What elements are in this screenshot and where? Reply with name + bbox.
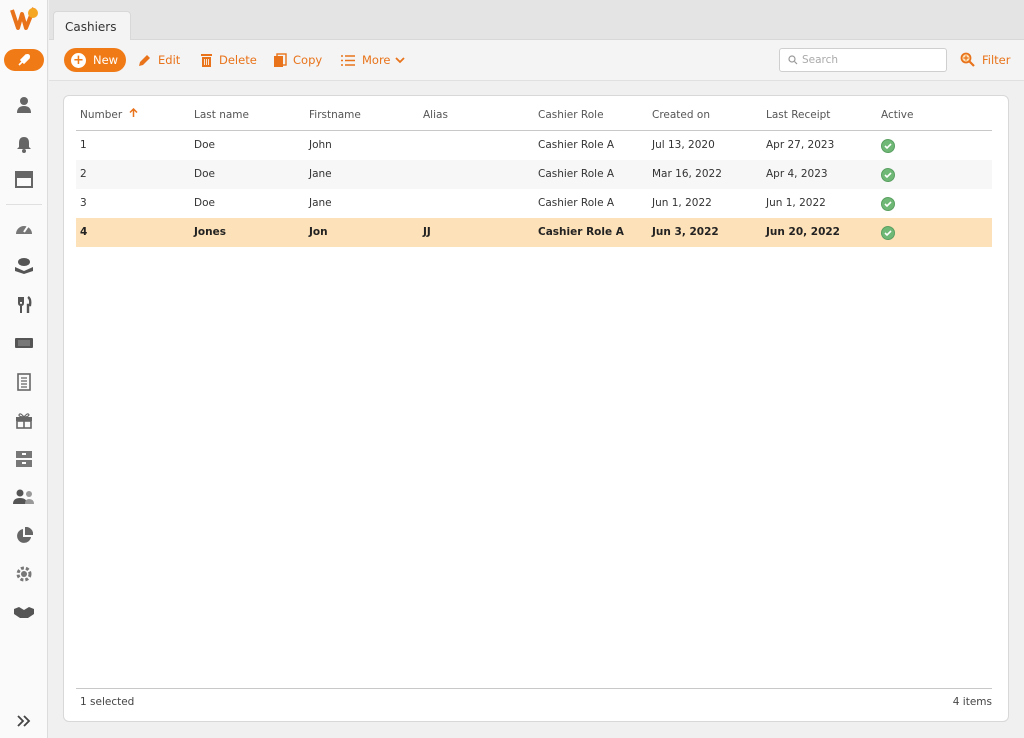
cell-firstname: Jon [309,226,328,238]
cell-last-name: Doe [194,168,215,180]
column-header-firstname[interactable]: Firstname [309,104,361,131]
cell-created-on: Jun 1, 2022 [652,197,712,209]
cell-last-receipt: Jun 20, 2022 [766,226,840,238]
zoom-filter-icon [960,52,975,67]
cashiers-table-panel: Number Last name Firstname Alias Cashier… [63,95,1009,722]
cell-last-receipt: Apr 4, 2023 [766,168,828,180]
expand-icon[interactable] [12,709,36,733]
gift-icon[interactable] [12,408,36,432]
cell-alias: JJ [423,226,431,238]
toolbar: + New Edit Delete Copy More Filter [49,40,1024,81]
store-icon[interactable] [12,167,36,191]
active-check-icon [881,197,895,211]
cell-number: 2 [80,168,87,180]
column-header-last-receipt[interactable]: Last Receipt [766,104,830,131]
cell-last-receipt: Apr 27, 2023 [766,139,835,151]
bell-icon[interactable] [12,132,36,156]
cell-firstname: Jane [309,168,332,180]
column-header-alias[interactable]: Alias [423,104,448,131]
delete-button-label: Delete [219,53,257,67]
chevron-down-icon [394,57,405,64]
column-header-created-on[interactable]: Created on [652,104,710,131]
gear-icon[interactable] [12,562,36,586]
filter-button-label: Filter [982,53,1011,67]
table-row[interactable]: 1 Doe John Cashier Role A Jul 13, 2020 A… [76,131,992,160]
sidebar [0,0,48,738]
cell-last-receipt: Jun 1, 2022 [766,197,826,209]
active-check-icon [881,139,895,153]
cell-last-name: Doe [194,139,215,151]
new-button[interactable]: + New [64,48,126,72]
search-box[interactable] [779,48,947,72]
cell-last-name: Jones [194,226,226,238]
rocket-icon[interactable] [4,49,44,71]
table-header: Number Last name Firstname Alias Cashier… [76,104,992,131]
cell-cashier-role: Cashier Role A [538,226,624,238]
drawer-icon[interactable] [12,447,36,471]
column-header-active[interactable]: Active [881,104,913,131]
ticket-icon[interactable] [12,331,36,355]
cash-icon[interactable] [12,254,36,278]
search-input[interactable] [802,54,942,66]
table-row-selected[interactable]: 4 Jones Jon JJ Cashier Role A Jun 3, 202… [76,218,992,247]
more-button-label: More [362,53,391,67]
table-row[interactable]: 2 Doe Jane Cashier Role A Mar 16, 2022 A… [76,160,992,189]
cell-cashier-role: Cashier Role A [538,197,615,209]
dashboard-icon[interactable] [12,216,36,240]
delete-button[interactable]: Delete [200,51,257,69]
column-header-last-name[interactable]: Last name [194,104,249,131]
copy-icon [274,52,287,67]
selection-count: 1 selected [80,696,135,708]
pie-chart-icon[interactable] [12,524,36,548]
trash-icon [201,53,212,67]
arrow-up-icon [129,107,138,117]
pencil-icon [139,54,150,66]
edit-button[interactable]: Edit [137,51,180,69]
search-icon [788,55,798,65]
plus-icon: + [71,52,86,68]
cell-number: 4 [80,226,88,238]
cell-number: 1 [80,139,87,151]
active-check-icon [881,168,895,182]
cell-firstname: John [309,139,332,151]
cell-last-name: Doe [194,197,215,209]
filter-button[interactable]: Filter [960,51,1010,69]
edit-button-label: Edit [158,53,181,67]
active-check-icon [881,226,895,240]
receipt-icon[interactable] [12,370,36,394]
cutlery-icon[interactable] [12,293,36,317]
cell-number: 3 [80,197,87,209]
copy-button-label: Copy [293,53,323,67]
logo-icon[interactable] [8,4,40,32]
column-header-number[interactable]: Number [80,104,138,131]
table-footer-divider [76,688,992,689]
cell-cashier-role: Cashier Role A [538,168,615,180]
table-row[interactable]: 3 Doe Jane Cashier Role A Jun 1, 2022 Ju… [76,189,992,218]
user-icon[interactable] [12,93,36,117]
handshake-icon[interactable] [12,600,36,624]
copy-button[interactable]: Copy [273,51,322,69]
sidebar-divider [6,204,42,205]
tab-bar: Cashiers [49,0,1024,41]
more-button[interactable]: More [340,51,405,69]
cell-created-on: Jun 3, 2022 [652,226,719,238]
cell-cashier-role: Cashier Role A [538,139,615,151]
column-header-cashier-role[interactable]: Cashier Role [538,104,604,131]
item-count: 4 items [952,696,992,708]
tab-cashiers[interactable]: Cashiers [53,11,131,41]
users-icon[interactable] [12,485,36,509]
list-icon [341,54,355,66]
new-button-label: New [93,53,119,67]
cell-created-on: Mar 16, 2022 [652,168,722,180]
cell-created-on: Jul 13, 2020 [652,139,715,151]
cell-firstname: Jane [309,197,332,209]
